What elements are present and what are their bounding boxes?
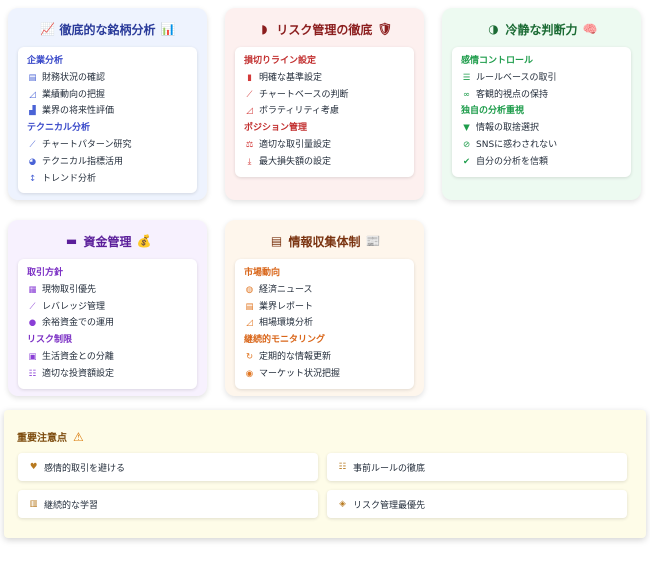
line-chart-icon: ⟋ xyxy=(29,301,36,312)
newspaper-emoji-icon: 📰 xyxy=(365,234,381,248)
brain-icon: ◑ xyxy=(488,22,499,36)
newspaper-icon: ▤ xyxy=(270,234,283,248)
card-stock-analysis: 📈 徹底的な銘柄分析 📊 企業分析 ▤ 財務状況の確認 ◿ 業績動向の把握 ▟ 業界の… xyxy=(8,8,207,200)
check-circle-icon: ✔ xyxy=(462,156,471,167)
list-item: ⟋ チャートパターン研究 xyxy=(27,137,189,154)
ruler-icon: ▮ xyxy=(247,72,252,83)
area-chart-icon: ◿ xyxy=(246,318,253,329)
list-item: ● 余裕資金での運用 xyxy=(27,315,189,332)
note-item: ☷ 事前ルールの徹底 xyxy=(327,453,627,481)
note-item: ◈ リスク管理最優先 xyxy=(327,490,627,518)
list-item: ⊘ SNSに惑わされない xyxy=(461,137,623,154)
line-chart-icon: ⟋ xyxy=(29,139,36,150)
list-item: ◿ ボラティリティ考慮 xyxy=(244,103,406,120)
card-content: 取引方針 ▦ 現物取引優先 ⟋ レバレッジ管理 ● 余裕資金での運用 リスク制限 ▣ 生… xyxy=(18,259,197,389)
file-icon: ▤ xyxy=(245,301,254,312)
section-label: 市場動向 xyxy=(244,268,281,278)
list-item: ↕ トレンド分析 xyxy=(27,171,189,188)
money-bag-emoji-icon: 💰 xyxy=(136,234,152,248)
list-item: ▼ 情報の取捨選択 xyxy=(461,120,623,137)
list-item: ☷ 適切な投資額設定 xyxy=(27,366,189,383)
list-item: ∞ 客観的視点の保持 xyxy=(461,87,623,104)
list-item: ◿ 業績動向の把握 xyxy=(27,87,189,104)
card-title: ◗ リスク管理の徹底 🛡 xyxy=(235,20,414,38)
section-label: 感情コントロール xyxy=(461,56,534,66)
section-label: ポジション管理 xyxy=(244,123,308,134)
money-bills-icon: ▦ xyxy=(28,284,37,295)
area-chart-icon: ◿ xyxy=(246,106,253,117)
notes-title: 重要注意点 ⚠ xyxy=(17,429,84,445)
shield-icon: ◗ xyxy=(261,22,268,36)
note-item: ♥ 感情的取引を避ける xyxy=(18,453,318,481)
card-content: 企業分析 ▤ 財務状況の確認 ◿ 業績動向の把握 ▟ 業界の将来性評価 テクニカル分析… xyxy=(18,47,197,194)
piggy-bank-icon: ● xyxy=(28,318,37,329)
list-item: ▟ 業界の将来性評価 xyxy=(27,103,189,120)
section-label: 独自の分析重視 xyxy=(461,106,525,117)
brain-emoji-icon: 🧠 xyxy=(582,22,598,36)
chart-line-icon: 📈 xyxy=(40,22,55,36)
warning-icon: ⚠ xyxy=(73,429,84,444)
sync-icon: ↻ xyxy=(245,351,254,362)
card-title: ▤ 情報収集体制 📰 xyxy=(235,232,414,250)
line-chart-icon: ⟋ xyxy=(246,89,253,100)
balance-scale-icon: ⚖ xyxy=(245,139,254,150)
arrows-vertical-icon: ↕ xyxy=(28,173,37,184)
level-down-icon: ⤓ xyxy=(247,156,252,167)
list-item: ☰ ルールベースの取引 xyxy=(461,70,623,87)
list-item: ▤ 業界レポート xyxy=(244,299,406,316)
list-item: ⟋ チャートベースの判断 xyxy=(244,87,406,104)
section-label: リスク制限 xyxy=(27,335,73,346)
card-content: 損切りライン設定 ▮ 明確な基準設定 ⟋ チャートベースの判断 ◿ ボラティリティ考慮… xyxy=(235,47,414,177)
card-information-gathering: ▤ 情報収集体制 📰 市場動向 ◍ 経済ニュース ▤ 業界レポート ◿ 相場環境分析 … xyxy=(225,220,424,396)
list-item: ◉ マーケット状況把握 xyxy=(244,366,406,383)
list-item: ✔ 自分の分析を信頼 xyxy=(461,154,623,171)
shield-halved-icon: ◈ xyxy=(339,499,346,509)
document-icon: ▤ xyxy=(28,72,37,83)
list-item: ▤ 財務状況の確認 xyxy=(27,70,189,87)
card-title: 📈 徹底的な銘柄分析 📊 xyxy=(40,22,176,37)
wallet-icon: ▬ xyxy=(65,234,78,248)
bar-chart-emoji-icon: 📊 xyxy=(160,22,176,36)
card-risk-management: ◗ リスク管理の徹底 🛡 損切りライン設定 ▮ 明確な基準設定 ⟋ チャートベースの… xyxy=(225,8,424,200)
list-ordered-icon: ☷ xyxy=(338,462,347,472)
list-item: ◍ 経済ニュース xyxy=(244,282,406,299)
list-item: ⟋ レバレッジ管理 xyxy=(27,299,189,316)
section-label: テクニカル分析 xyxy=(27,123,91,134)
section-label: 企業分析 xyxy=(27,56,64,66)
list-icon: ☰ xyxy=(462,72,471,83)
shield-emoji-icon: 🛡 xyxy=(377,22,393,36)
list-item: ▦ 現物取引優先 xyxy=(27,282,189,299)
area-chart-icon: ◿ xyxy=(29,89,36,100)
card-content: 市場動向 ◍ 経済ニュース ▤ 業界レポート ◿ 相場環境分析 継続的モニタリング ↻… xyxy=(235,259,414,389)
list-item: ⤓ 最大損失額の設定 xyxy=(244,154,406,171)
list-item: ▮ 明確な基準設定 xyxy=(244,70,406,87)
card-title: ◑ 冷静な判断力 🧠 xyxy=(452,20,631,38)
broken-heart-icon: ♥ xyxy=(29,462,38,472)
card-calm-judgment: ◑ 冷静な判断力 🧠 感情コントロール ☰ ルールベースの取引 ∞ 客観的視点の保持… xyxy=(442,8,641,200)
list-item: ◕ テクニカル指標活用 xyxy=(27,154,189,171)
section-label: 損切りライン設定 xyxy=(244,56,317,66)
eye-icon: ◉ xyxy=(245,368,254,379)
list-item: ▣ 生活資金との分離 xyxy=(27,349,189,366)
glasses-icon: ∞ xyxy=(462,89,471,100)
ban-icon: ⊘ xyxy=(462,139,471,150)
list-item: ⚖ 適切な取引量設定 xyxy=(244,137,406,154)
section-label: 継続的モニタリング xyxy=(244,335,326,346)
industry-icon: ▟ xyxy=(29,106,36,117)
globe-icon: ◍ xyxy=(245,284,254,295)
section-label: 取引方針 xyxy=(27,268,64,278)
pie-chart-icon: ◕ xyxy=(28,156,37,167)
card-fund-management: ▬ 資金管理 💰 取引方針 ▦ 現物取引優先 ⟋ レバレッジ管理 ● 余裕資金での運用… xyxy=(8,220,207,396)
list-item: ↻ 定期的な情報更新 xyxy=(244,349,406,366)
card-content: 感情コントロール ☰ ルールベースの取引 ∞ 客観的視点の保持 独自の分析重視 ▼ 情… xyxy=(452,47,631,177)
book-icon: ▥ xyxy=(29,499,38,509)
card-title: ▬ 資金管理 💰 xyxy=(18,232,197,250)
important-notes-panel: 重要注意点 ⚠ ♥ 感情的取引を避ける ☷ 事前ルールの徹底 ▥ 継続的な学習 ◈ リス… xyxy=(4,410,646,538)
filter-icon: ▼ xyxy=(463,123,470,134)
list-item: ◿ 相場環境分析 xyxy=(244,315,406,332)
lock-icon: ▣ xyxy=(28,351,37,362)
sliders-icon: ☷ xyxy=(28,368,37,379)
note-item: ▥ 継続的な学習 xyxy=(18,490,318,518)
